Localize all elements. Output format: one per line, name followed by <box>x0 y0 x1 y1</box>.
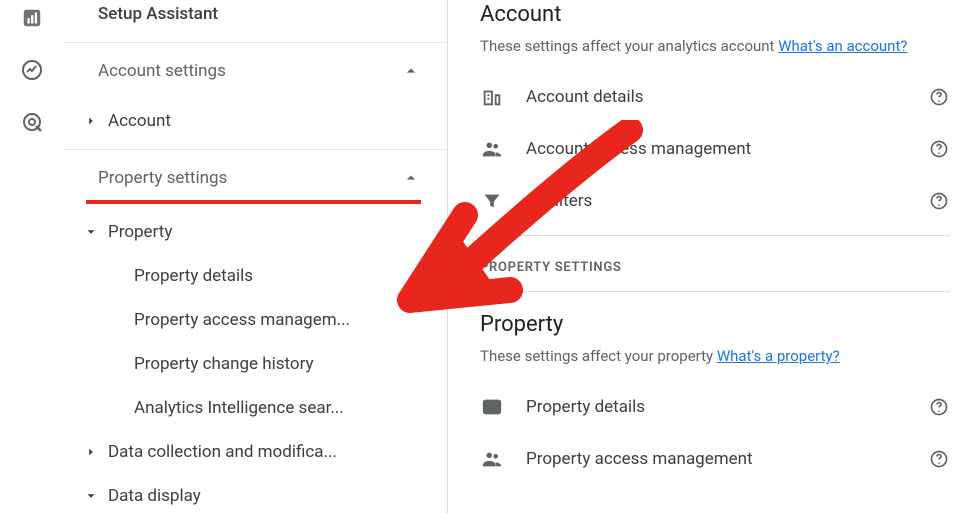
explore-icon[interactable] <box>20 58 44 82</box>
setup-assistant-item[interactable]: Setup Assistant <box>64 0 447 43</box>
whats-a-property-link[interactable]: What's a property? <box>717 347 840 365</box>
left-icon-rail <box>0 0 64 513</box>
property-settings-header[interactable]: Property settings <box>64 150 447 206</box>
building-icon <box>480 85 504 109</box>
data-collection-label: Data collection and modifica... <box>108 442 337 462</box>
sidebar-item-data-display[interactable]: Data display <box>64 474 447 513</box>
row-label: Account access management <box>526 139 906 159</box>
property-settings-label: Property settings <box>98 168 227 188</box>
help-icon[interactable] <box>928 190 950 212</box>
account-label: Account <box>108 111 171 131</box>
caret-down-icon <box>84 225 98 239</box>
property-label: Property <box>108 222 172 242</box>
row-account-details[interactable]: Account details <box>480 71 950 123</box>
row-label: Property details <box>526 397 906 417</box>
settings-sidebar: Setup Assistant Account settings Account… <box>64 0 448 513</box>
sidebar-item-property-change-history[interactable]: Property change history <box>64 342 447 386</box>
caret-right-icon <box>84 445 98 459</box>
account-settings-label: Account settings <box>98 61 226 81</box>
sidebar-item-data-collection[interactable]: Data collection and modifica... <box>64 430 447 474</box>
row-label: Account details <box>526 87 906 107</box>
account-description: These settings affect your analytics acc… <box>480 37 950 55</box>
row-label: Property access management <box>526 449 906 469</box>
data-display-label: Data display <box>108 486 201 506</box>
main-content: Account These settings affect your analy… <box>448 0 978 513</box>
stats-icon[interactable] <box>20 6 44 30</box>
annotation-underline <box>86 200 421 204</box>
filter-icon <box>480 189 504 213</box>
caret-right-icon <box>84 114 98 128</box>
property-section: Property These settings affect your prop… <box>480 312 950 485</box>
help-icon[interactable] <box>928 86 950 108</box>
row-label: All filters <box>526 191 906 211</box>
row-account-access[interactable]: Account access management <box>480 123 950 175</box>
sidebar-item-property-details[interactable]: Property details <box>64 254 447 298</box>
card-icon <box>480 395 504 419</box>
account-title: Account <box>480 2 950 27</box>
property-description: These settings affect your property What… <box>480 347 950 365</box>
property-settings-heading: PROPERTY SETTINGS <box>480 236 950 292</box>
people-icon <box>480 137 504 161</box>
help-icon[interactable] <box>928 396 950 418</box>
sidebar-item-analytics-intelligence[interactable]: Analytics Intelligence sear... <box>64 386 447 430</box>
property-title: Property <box>480 312 950 337</box>
row-property-details[interactable]: Property details <box>480 381 950 433</box>
people-icon <box>480 447 504 471</box>
whats-an-account-link[interactable]: What's an account? <box>778 37 907 55</box>
sidebar-item-property-access[interactable]: Property access managem... <box>64 298 447 342</box>
account-settings-header[interactable]: Account settings <box>64 43 447 99</box>
chevron-up-icon <box>401 168 421 188</box>
sidebar-item-account[interactable]: Account <box>64 99 447 143</box>
sidebar-item-property[interactable]: Property <box>64 210 447 254</box>
help-icon[interactable] <box>928 138 950 160</box>
setup-assistant-label: Setup Assistant <box>98 4 218 24</box>
caret-down-icon <box>84 489 98 503</box>
help-icon[interactable] <box>928 448 950 470</box>
advertising-icon[interactable] <box>20 110 44 134</box>
chevron-up-icon <box>401 61 421 81</box>
row-all-filters[interactable]: All filters <box>480 175 950 227</box>
account-section: Account These settings affect your analy… <box>480 2 950 292</box>
row-property-access[interactable]: Property access management <box>480 433 950 485</box>
